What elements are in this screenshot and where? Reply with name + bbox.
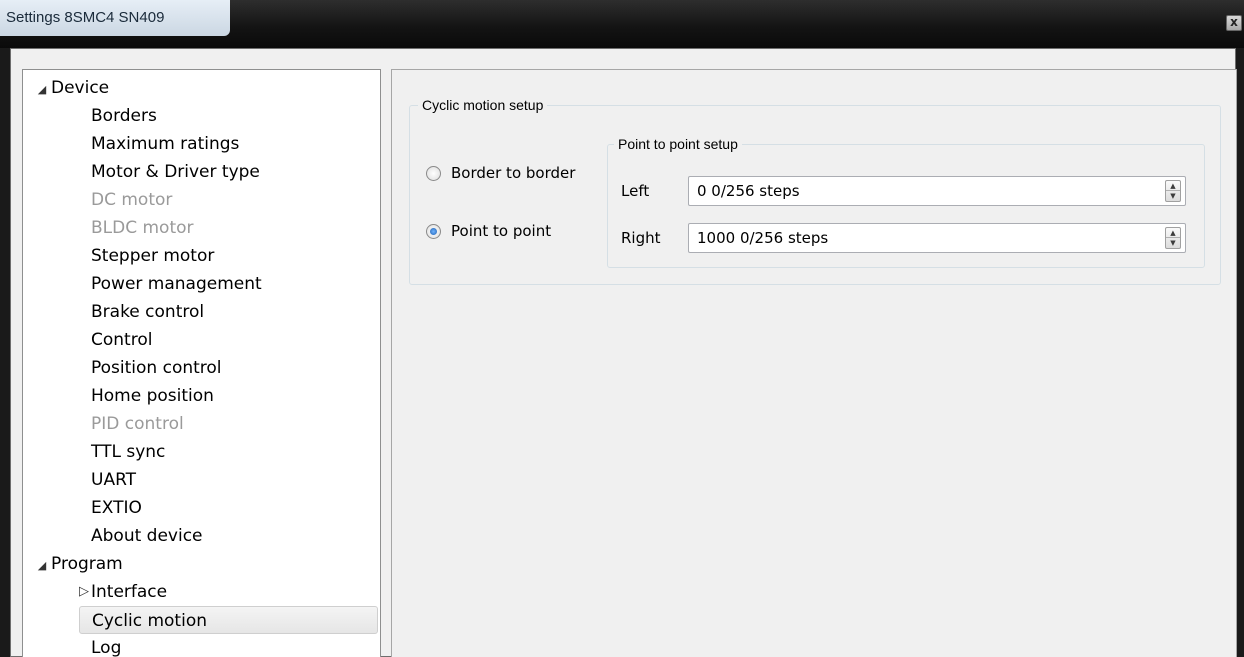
spin-buttons[interactable]: ▲ ▼ <box>1165 227 1181 249</box>
tree-item-uart[interactable]: UART <box>91 466 136 494</box>
radio-unchecked-icon <box>426 165 441 181</box>
tree-item-about-device[interactable]: About device <box>91 522 203 550</box>
title-bar: Settings 8SMC4 SN409 x <box>0 0 1244 48</box>
tree-node-device[interactable]: Device <box>51 74 109 102</box>
point-to-point-radio[interactable]: Point to point <box>426 219 551 243</box>
expanded-arrow-icon[interactable]: ◢ <box>35 80 49 100</box>
tree-item-control[interactable]: Control <box>91 326 152 354</box>
settings-tree[interactable]: ◢ Device Borders Maximum ratings Motor &… <box>22 69 381 657</box>
left-position-spinbox[interactable]: 0 0/256 steps ▲ ▼ <box>688 176 1186 206</box>
tree-item-position-control[interactable]: Position control <box>91 354 222 382</box>
settings-page-panel: Cyclic motion setup Border to border Poi… <box>391 69 1237 657</box>
point-to-point-group-title: Point to point setup <box>614 134 742 154</box>
close-button[interactable]: x <box>1226 15 1242 31</box>
tree-item-home-position[interactable]: Home position <box>91 382 214 410</box>
tree-item-bldc-motor: BLDC motor <box>91 218 194 238</box>
right-position-value: 1000 0/256 steps <box>697 229 829 247</box>
window-title: Settings 8SMC4 SN409 <box>0 0 230 36</box>
settings-dialog: ◢ Device Borders Maximum ratings Motor &… <box>10 48 1237 657</box>
tree-item-stepper-motor[interactable]: Stepper motor <box>91 242 214 270</box>
collapsed-arrow-icon[interactable]: ▷ <box>77 578 91 606</box>
tree-item-power-management[interactable]: Power management <box>91 270 262 298</box>
spin-up-icon[interactable]: ▲ <box>1166 181 1180 191</box>
spin-buttons[interactable]: ▲ ▼ <box>1165 180 1181 202</box>
tree-item-pid-control: PID control <box>91 414 184 434</box>
tree-item-interface[interactable]: Interface <box>91 578 167 606</box>
tree-item-maximum-ratings[interactable]: Maximum ratings <box>91 130 239 158</box>
expanded-arrow-icon[interactable]: ◢ <box>35 556 49 576</box>
tree-item-log[interactable]: Log <box>91 634 121 657</box>
point-to-point-label: Point to point <box>451 222 552 240</box>
cyclic-motion-group-title: Cyclic motion setup <box>418 95 548 115</box>
left-label: Left <box>621 182 650 200</box>
border-to-border-label: Border to border <box>451 164 576 182</box>
border-to-border-radio[interactable]: Border to border <box>426 161 575 185</box>
right-position-spinbox[interactable]: 1000 0/256 steps ▲ ▼ <box>688 223 1186 253</box>
right-label: Right <box>621 229 661 247</box>
cyclic-motion-groupbox: Cyclic motion setup Border to border Poi… <box>409 95 1221 285</box>
radio-checked-icon <box>426 223 441 239</box>
tree-item-ttl-sync[interactable]: TTL sync <box>91 438 165 466</box>
spin-down-icon[interactable]: ▼ <box>1166 191 1180 201</box>
tree-item-cyclic-motion[interactable]: Cyclic motion <box>79 606 378 634</box>
spin-down-icon[interactable]: ▼ <box>1166 238 1180 248</box>
tree-item-brake-control[interactable]: Brake control <box>91 298 204 326</box>
spin-up-icon[interactable]: ▲ <box>1166 228 1180 238</box>
point-to-point-groupbox: Point to point setup Left 0 0/256 steps … <box>607 134 1205 268</box>
tree-node-program[interactable]: Program <box>51 550 123 578</box>
tree-item-dc-motor: DC motor <box>91 190 173 210</box>
tree-item-borders[interactable]: Borders <box>91 102 157 130</box>
tree-item-extio[interactable]: EXTIO <box>91 494 142 522</box>
left-position-value: 0 0/256 steps <box>697 182 800 200</box>
tree-item-motor-driver-type[interactable]: Motor & Driver type <box>91 158 260 186</box>
